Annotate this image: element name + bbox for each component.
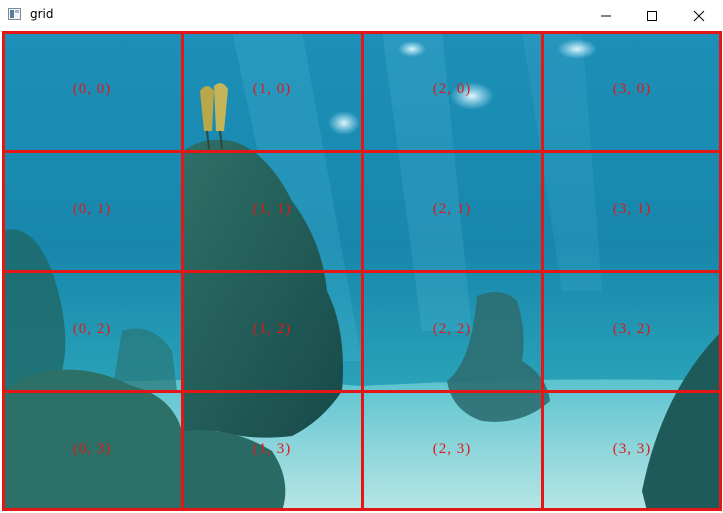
title-bar: grid bbox=[0, 0, 723, 31]
grid-line-h1 bbox=[2, 150, 722, 153]
close-button[interactable] bbox=[676, 0, 722, 31]
grid-cell: (1, 0) bbox=[182, 31, 362, 151]
grid-cell: (1, 2) bbox=[182, 271, 362, 391]
grid-cell-label: (0, 1) bbox=[72, 201, 112, 217]
grid-line-h2 bbox=[2, 270, 722, 273]
grid-cell: (3, 1) bbox=[542, 151, 722, 271]
grid-cell-label: (2, 3) bbox=[432, 441, 472, 457]
grid-cell-label: (2, 2) bbox=[432, 321, 472, 337]
grid-cell-label: (1, 3) bbox=[252, 441, 292, 457]
image-canvas: (0, 0) (1, 0) (2, 0) (3, 0) (0, 1) (1, 1) (2, … bbox=[2, 31, 722, 511]
grid-cell-label: (2, 1) bbox=[432, 201, 472, 217]
grid-cell: (1, 3) bbox=[182, 391, 362, 511]
grid-cell-label: (0, 0) bbox=[72, 81, 112, 97]
grid-cell: (0, 0) bbox=[2, 31, 182, 151]
minimize-icon bbox=[601, 15, 611, 17]
grid-cell-label: (3, 1) bbox=[612, 201, 652, 217]
grid-cell: (3, 2) bbox=[542, 271, 722, 391]
grid-cell: (3, 0) bbox=[542, 31, 722, 151]
grid-cell: (1, 1) bbox=[182, 151, 362, 271]
grid-cell-label: (0, 2) bbox=[72, 321, 112, 337]
grid-cell-label: (1, 0) bbox=[252, 81, 292, 97]
grid-cell-label: (3, 2) bbox=[612, 321, 652, 337]
grid-line-h3 bbox=[2, 390, 722, 393]
minimize-button[interactable] bbox=[583, 0, 629, 31]
grid-cell: (2, 2) bbox=[362, 271, 542, 391]
grid-cell: (2, 0) bbox=[362, 31, 542, 151]
grid-line-h0 bbox=[2, 31, 722, 34]
maximize-button[interactable] bbox=[629, 0, 675, 31]
grid-cell: (0, 3) bbox=[2, 391, 182, 511]
grid-cell: (2, 1) bbox=[362, 151, 542, 271]
grid-cell-label: (1, 1) bbox=[252, 201, 292, 217]
grid-cell: (0, 1) bbox=[2, 151, 182, 271]
maximize-icon bbox=[647, 11, 657, 21]
grid-cell: (0, 2) bbox=[2, 271, 182, 391]
grid-cell-label: (3, 0) bbox=[612, 81, 652, 97]
grid-cell-label: (3, 3) bbox=[612, 441, 652, 457]
grid-cell-label: (2, 0) bbox=[432, 81, 472, 97]
grid-cell-label: (1, 2) bbox=[252, 321, 292, 337]
grid-cell: (2, 3) bbox=[362, 391, 542, 511]
window-title: grid bbox=[30, 7, 54, 21]
grid-cell: (3, 3) bbox=[542, 391, 722, 511]
app-window-icon bbox=[8, 8, 21, 20]
grid-line-h4 bbox=[2, 508, 722, 511]
grid-cell-label: (0, 3) bbox=[72, 441, 112, 457]
close-icon bbox=[693, 10, 705, 22]
